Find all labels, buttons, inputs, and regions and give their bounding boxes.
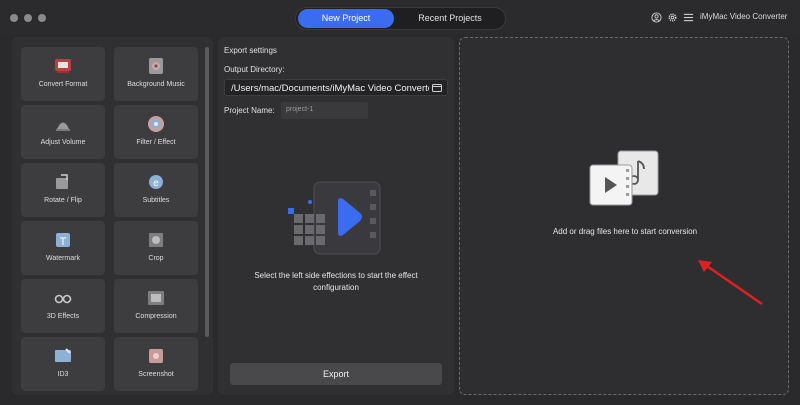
project-name-value: project-1: [286, 106, 314, 113]
tool-subtitles[interactable]: e Subtitles: [114, 163, 198, 217]
drop-zone-text: Add or drag files here to start conversi…: [552, 227, 698, 236]
folder-icon[interactable]: [432, 83, 442, 92]
tab-new-project[interactable]: New Project: [298, 9, 394, 28]
crop-icon: [149, 233, 163, 247]
tool-3d-effects[interactable]: 3D Effects: [21, 279, 105, 333]
compression-icon: [148, 291, 164, 305]
video-effects-illustration-icon: [288, 181, 381, 255]
tool-convert-format[interactable]: Convert Format: [21, 47, 105, 101]
id3-icon: [55, 348, 71, 362]
tool-crop[interactable]: Crop: [114, 221, 198, 275]
effect-hint-text: Select the left side effections to start…: [254, 271, 418, 292]
app-name: iMyMac Video Converter: [700, 12, 788, 21]
file-drop-zone[interactable]: Add or drag files here to start conversi…: [459, 37, 789, 395]
tool-filter-effect[interactable]: Filter / Effect: [114, 105, 198, 159]
title-bar: New Project Recent Projects iMyMac Video…: [0, 0, 800, 34]
tools-panel: Convert Format Background Music Adjust V…: [12, 37, 213, 395]
rotate-flip-icon: [56, 174, 68, 189]
project-name-label: Project Name:: [224, 106, 275, 115]
filter-effect-icon: [148, 116, 164, 132]
convert-format-icon: [55, 59, 71, 73]
output-directory-field[interactable]: /Users/mac/Documents/iMyMac Video Conver…: [224, 79, 448, 96]
svg-text:T: T: [60, 236, 67, 248]
watermark-icon: T: [56, 233, 70, 248]
account-icon[interactable]: [651, 12, 662, 23]
screenshot-icon: [149, 349, 163, 363]
3d-glasses-icon: [54, 294, 72, 304]
tool-adjust-volume[interactable]: Adjust Volume: [21, 105, 105, 159]
export-settings-title: Export settings: [224, 46, 277, 55]
project-name-input[interactable]: project-1: [281, 102, 368, 119]
adjust-volume-icon: [56, 122, 70, 131]
gear-icon[interactable]: [667, 12, 678, 23]
export-settings-panel: Export settings Output Directory: /Users…: [218, 37, 454, 395]
export-button[interactable]: Export: [230, 363, 442, 385]
background-music-icon: [149, 58, 163, 74]
red-arrow-icon: [698, 260, 763, 306]
tab-recent-projects[interactable]: Recent Projects: [396, 9, 504, 28]
tool-compression[interactable]: Compression: [114, 279, 198, 333]
tool-background-music[interactable]: Background Music: [114, 47, 198, 101]
output-directory-value: /Users/mac/Documents/iMyMac Video Conver…: [231, 83, 429, 94]
tool-rotate-flip[interactable]: Rotate / Flip: [21, 163, 105, 217]
tools-scrollbar[interactable]: [205, 47, 209, 337]
tool-watermark[interactable]: T Watermark: [21, 221, 105, 275]
output-directory-label: Output Directory:: [224, 65, 285, 74]
window-minimize-button[interactable]: [24, 14, 32, 22]
tool-id3[interactable]: ID3: [21, 337, 105, 391]
project-tabs: New Project Recent Projects: [295, 7, 506, 30]
window-zoom-button[interactable]: [38, 14, 46, 22]
add-media-icon: [589, 150, 659, 206]
tool-screenshot[interactable]: Screenshot: [114, 337, 198, 391]
svg-text:e: e: [153, 178, 159, 189]
window-close-button[interactable]: [10, 14, 18, 22]
subtitles-icon: e: [149, 175, 163, 189]
menu-icon[interactable]: [683, 12, 694, 23]
